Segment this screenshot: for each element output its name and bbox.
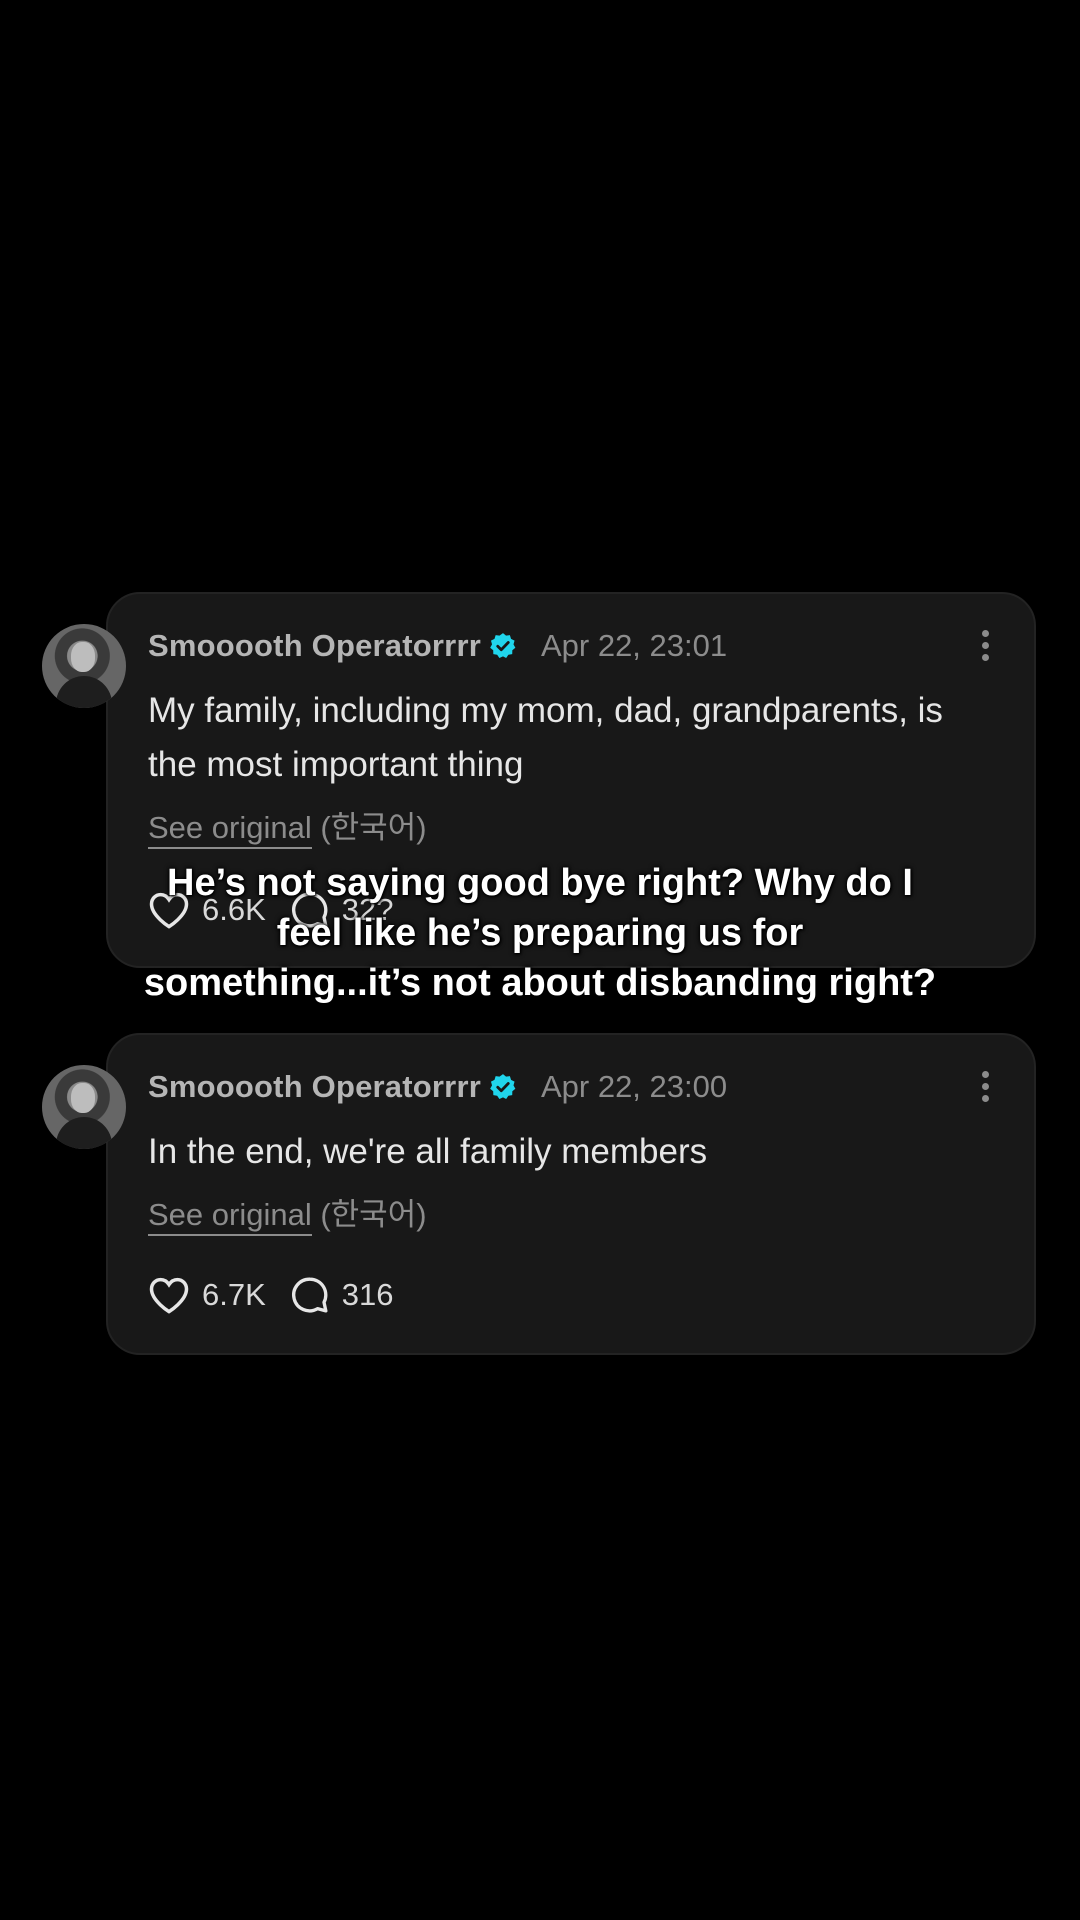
post-actions: 6.7K 316: [148, 1275, 418, 1315]
avatar[interactable]: [42, 624, 126, 708]
avatar[interactable]: [42, 1065, 126, 1149]
post-card[interactable]: Smooooth Operatorrrr Apr 22, 23:00 In th…: [42, 1033, 1036, 1355]
post-header: Smooooth Operatorrrr Apr 22, 23:00: [148, 1065, 727, 1109]
verified-badge-icon: [490, 633, 516, 659]
original-language: (한국어): [320, 1197, 427, 1232]
see-original: See original (한국어): [148, 1189, 427, 1236]
comment-count: 316: [341, 1277, 394, 1312]
timestamp: Apr 22, 23:01: [540, 628, 728, 663]
like-count: 6.7K: [202, 1277, 266, 1312]
more-options-icon[interactable]: [980, 1071, 990, 1105]
more-options-icon[interactable]: [980, 630, 990, 664]
username[interactable]: Smooooth Operatorrrr: [148, 628, 481, 664]
heart-icon[interactable]: [148, 1275, 190, 1315]
post-text: In the end, we're all family members: [148, 1132, 708, 1171]
comment-icon[interactable]: [290, 1275, 330, 1315]
overlay-caption: He’s not saying good bye right? Why do I…: [143, 862, 937, 1004]
post-header: Smooooth Operatorrrr Apr 22, 23:01: [148, 624, 727, 668]
see-original: See original (한국어): [148, 802, 427, 849]
see-original-link[interactable]: See original: [148, 810, 312, 849]
original-language: (한국어): [320, 810, 427, 845]
username[interactable]: Smooooth Operatorrrr: [148, 1069, 481, 1105]
see-original-link[interactable]: See original: [148, 1197, 312, 1236]
post-text: My family, including my mom, dad, grandp…: [148, 691, 943, 784]
timestamp: Apr 22, 23:00: [540, 1069, 728, 1104]
verified-badge-icon: [490, 1074, 516, 1100]
